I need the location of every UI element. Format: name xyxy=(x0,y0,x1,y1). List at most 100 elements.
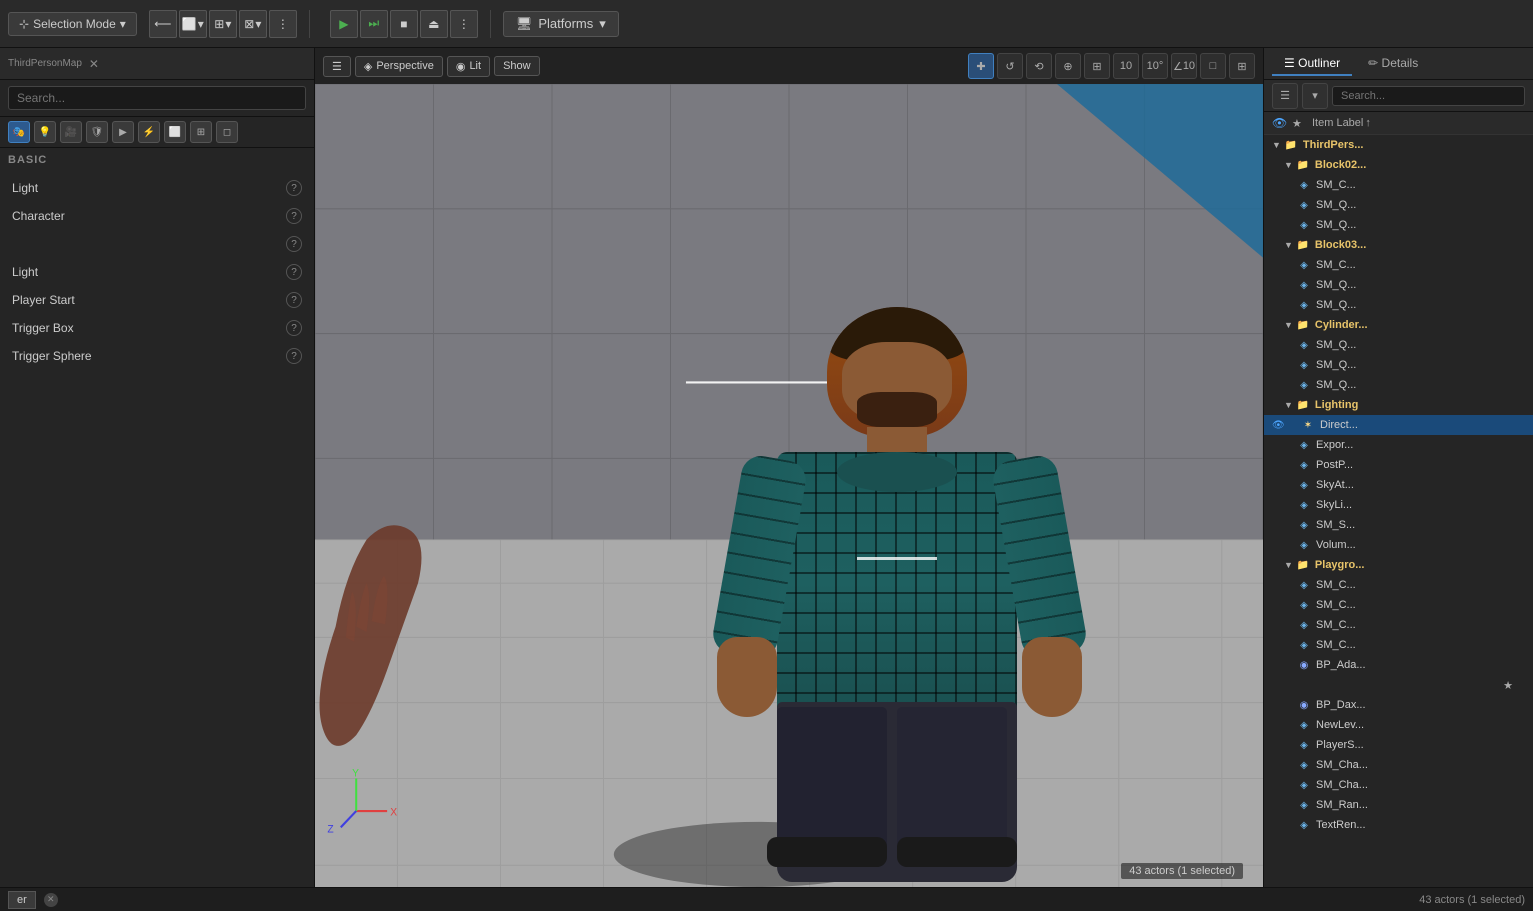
list-item[interactable]: Character ? xyxy=(0,202,314,230)
outliner-item-sm-ran[interactable]: ◈ SM_Ran... xyxy=(1264,795,1533,815)
outliner-item-skyli[interactable]: ◈ SkyLi... xyxy=(1264,495,1533,515)
stop-button[interactable]: ■ xyxy=(390,10,418,38)
list-item[interactable]: Player Start ? xyxy=(0,286,314,314)
outliner-sort-button[interactable]: ▾ xyxy=(1302,83,1328,109)
tab-details[interactable]: ✏ Details xyxy=(1356,52,1430,76)
outliner-item-direct[interactable]: 👁 ✶ Direct... xyxy=(1264,415,1533,435)
outliner-item-sm-q4[interactable]: ◈ SM_Q... xyxy=(1264,295,1533,315)
filter-fx-icon[interactable]: ⚡ xyxy=(138,121,160,143)
maximize-button[interactable]: ⊞ xyxy=(1229,53,1255,79)
show-button[interactable]: Show xyxy=(494,56,540,76)
mesh-icon: ◈ xyxy=(1296,637,1312,653)
play-more-button[interactable]: ⋮ xyxy=(450,10,478,38)
outliner-item-bp-dax[interactable]: ◉ BP_Dax... xyxy=(1264,695,1533,715)
outliner-folder-thirdpers[interactable]: ▼ 📁 ThirdPers... xyxy=(1264,135,1533,155)
outliner-item-players[interactable]: ◈ PlayerS... xyxy=(1264,735,1533,755)
filter-geo-icon[interactable]: ⬜ xyxy=(164,121,186,143)
outliner-search[interactable] xyxy=(1332,86,1525,106)
outliner-item-sm-c2[interactable]: ◈ SM_C... xyxy=(1264,255,1533,275)
perspective-button[interactable]: ◈ Perspective xyxy=(355,56,443,77)
filter-light-icon[interactable]: 💡 xyxy=(34,121,56,143)
outliner-item-sm-s[interactable]: ◈ SM_S... xyxy=(1264,515,1533,535)
outliner-item-sm-q3[interactable]: ◈ SM_Q... xyxy=(1264,275,1533,295)
rotate-tool-button[interactable]: ↺ xyxy=(997,53,1023,79)
outliner-item-volum[interactable]: ◈ Volum... xyxy=(1264,535,1533,555)
filter-all-icon[interactable]: 🎭 xyxy=(8,121,30,143)
list-item[interactable]: Trigger Box ? xyxy=(0,314,314,342)
item-label-column-header[interactable]: Item Label ↑ xyxy=(1312,117,1525,129)
list-item[interactable]: Light ? xyxy=(0,258,314,286)
platforms-button[interactable]: 🖥 Platforms ▾ xyxy=(503,11,619,37)
surface-button[interactable]: ⊞ xyxy=(1084,53,1110,79)
transform-btn-1[interactable]: ⟵ xyxy=(149,10,177,38)
folder-name: Cylinder... xyxy=(1315,319,1525,331)
outliner-item-sm-cha2[interactable]: ◈ SM_Cha... xyxy=(1264,775,1533,795)
status-close-button[interactable]: ✕ xyxy=(44,893,58,907)
outliner-item-sm-c4[interactable]: ◈ SM_C... xyxy=(1264,595,1533,615)
right-panel-toolbar: ☰ ▾ xyxy=(1264,80,1533,112)
lit-button[interactable]: ◉ Lit xyxy=(447,56,490,77)
move-tool-button[interactable]: ✚ xyxy=(968,53,994,79)
outliner-item-export[interactable]: ◈ Expor... xyxy=(1264,435,1533,455)
outliner-item-sm-q1[interactable]: ◈ SM_Q... xyxy=(1264,195,1533,215)
outliner-item-textren[interactable]: ◈ TextRen... xyxy=(1264,815,1533,835)
viewport[interactable]: ☰ ◈ Perspective ◉ Lit Show ✚ ↺ ⟲ ⊕ ⊞ 10 … xyxy=(315,48,1263,887)
transform-btn-3[interactable]: ⊞▾ xyxy=(209,10,237,38)
viewport-menu-button[interactable]: ☰ xyxy=(323,56,351,77)
outliner-item-sm-c1[interactable]: ◈ SM_C... xyxy=(1264,175,1533,195)
item-name-text: SM_Cha... xyxy=(1316,759,1525,771)
more-btn[interactable]: ⋮ xyxy=(269,10,297,38)
list-item[interactable]: ? xyxy=(0,230,314,258)
selection-mode-button[interactable]: ⊹ Selection Mode ▾ xyxy=(8,12,137,36)
status-tab-er[interactable]: er xyxy=(8,891,36,909)
outliner-folder-playgro[interactable]: ▼ 📁 Playgro... xyxy=(1264,555,1533,575)
filter-camera-icon[interactable]: 🎥 xyxy=(60,121,82,143)
outliner-folder-lighting[interactable]: ▼ 📁 Lighting xyxy=(1264,395,1533,415)
outliner-item-skyat[interactable]: ◈ SkyAt... xyxy=(1264,475,1533,495)
outliner-item-sm-q2[interactable]: ◈ SM_Q... xyxy=(1264,215,1533,235)
angle-button[interactable]: 10° xyxy=(1142,53,1168,79)
outliner-item-sm-c6[interactable]: ◈ SM_C... xyxy=(1264,635,1533,655)
close-panel-button[interactable]: ✕ xyxy=(86,56,102,72)
eject-button[interactable]: ⏏ xyxy=(420,10,448,38)
outliner-item-sm-q6[interactable]: ◈ SM_Q... xyxy=(1264,355,1533,375)
search-input[interactable] xyxy=(8,86,306,110)
grid-button[interactable]: ⊕ xyxy=(1055,53,1081,79)
list-item[interactable]: Trigger Sphere ? xyxy=(0,342,314,370)
outliner-item-sm-q7[interactable]: ◈ SM_Q... xyxy=(1264,375,1533,395)
transform-btn-4[interactable]: ⊠▾ xyxy=(239,10,267,38)
outliner-item-sm-c5[interactable]: ◈ SM_C... xyxy=(1264,615,1533,635)
transform-btn-2[interactable]: ⬜▾ xyxy=(179,10,207,38)
outliner-folder-block02[interactable]: ▼ 📁 Block02... xyxy=(1264,155,1533,175)
item-help-icon[interactable]: ? xyxy=(286,236,302,252)
item-name-text: SM_C... xyxy=(1316,179,1525,191)
scale-button[interactable]: ∠10 xyxy=(1171,53,1197,79)
filter-misc-icon[interactable]: ◻ xyxy=(216,121,238,143)
grid-size-button[interactable]: 10 xyxy=(1113,53,1139,79)
filter-shield-icon[interactable]: 🛡 xyxy=(86,121,108,143)
outliner-item-sm-c3[interactable]: ◈ SM_C... xyxy=(1264,575,1533,595)
filter-grid-icon[interactable]: ⊞ xyxy=(190,121,212,143)
outliner-item-postp[interactable]: ◈ PostP... xyxy=(1264,455,1533,475)
outliner-folder-cylinder[interactable]: ▼ 📁 Cylinder... xyxy=(1264,315,1533,335)
search-bar xyxy=(0,80,314,117)
filter-play-icon[interactable]: ▶ xyxy=(112,121,134,143)
item-help-icon[interactable]: ? xyxy=(286,264,302,280)
item-help-icon[interactable]: ? xyxy=(286,180,302,196)
camera-button[interactable]: □ xyxy=(1200,53,1226,79)
item-help-icon[interactable]: ? xyxy=(286,208,302,224)
outliner-item-sm-cha1[interactable]: ◈ SM_Cha... xyxy=(1264,755,1533,775)
outliner-item-bp-ada[interactable]: ◉ BP_Ada... xyxy=(1264,655,1533,675)
outliner-item-sm-q5[interactable]: ◈ SM_Q... xyxy=(1264,335,1533,355)
outliner-item-newlev[interactable]: ◈ NewLev... xyxy=(1264,715,1533,735)
item-help-icon[interactable]: ? xyxy=(286,348,302,364)
item-help-icon[interactable]: ? xyxy=(286,320,302,336)
tab-outliner[interactable]: ☰ Outliner xyxy=(1272,52,1352,76)
snap-button[interactable]: ⟲ xyxy=(1026,53,1052,79)
play-next-button[interactable]: ⏭ xyxy=(360,10,388,38)
outliner-filter-button[interactable]: ☰ xyxy=(1272,83,1298,109)
outliner-folder-block03[interactable]: ▼ 📁 Block03... xyxy=(1264,235,1533,255)
list-item[interactable]: Light ? xyxy=(0,174,314,202)
play-button[interactable]: ▶ xyxy=(330,10,358,38)
item-help-icon[interactable]: ? xyxy=(286,292,302,308)
